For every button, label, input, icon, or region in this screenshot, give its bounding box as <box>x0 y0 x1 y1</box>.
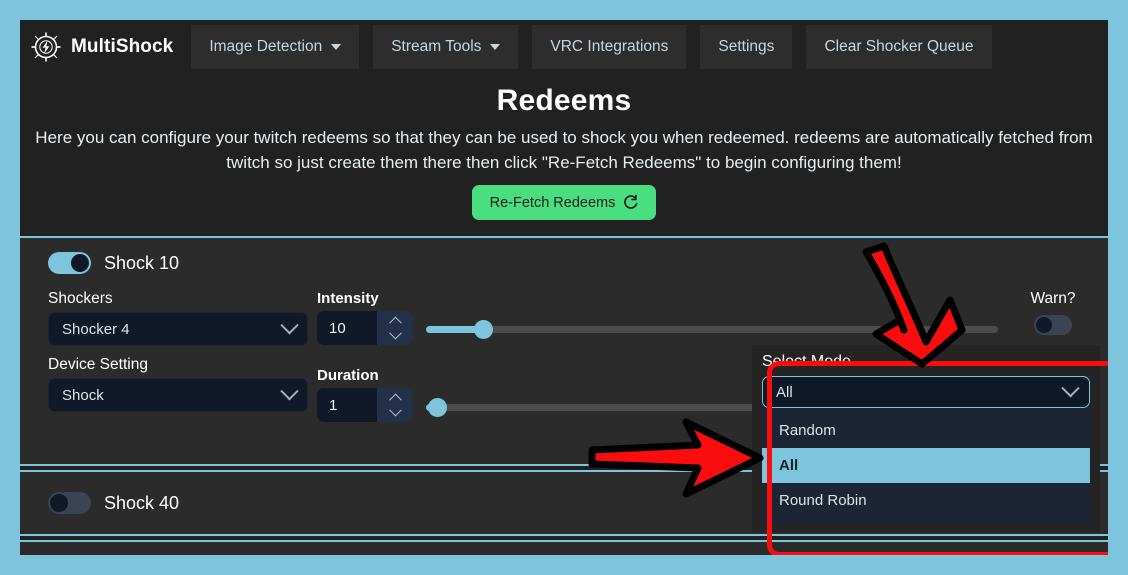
redeem-enable-toggle[interactable] <box>48 252 91 275</box>
chevron-down-icon[interactable] <box>388 404 402 417</box>
toggle-knob <box>71 254 89 273</box>
page-title: Redeems <box>496 84 632 117</box>
redeem-enable-toggle[interactable] <box>48 492 91 515</box>
nav-item-label: Image Detection <box>209 38 323 55</box>
select-mode-option-list: Random All Round Robin <box>762 408 1090 524</box>
nav-item-label: Settings <box>718 38 775 55</box>
navbar: MultiShock Image Detection Stream Tools … <box>20 20 1108 74</box>
duration-stepper[interactable]: 1 <box>317 388 413 423</box>
redeem-panel-shock-20[interactable]: Shock 20 <box>20 542 1108 555</box>
brand-name: MultiShock <box>71 36 174 57</box>
chevron-down-icon <box>1061 378 1080 397</box>
redeem-name: Shock 10 <box>104 252 180 273</box>
selects-column: Shockers Shocker 4 Device Setting Shock <box>48 290 308 446</box>
nav-item-stream-tools[interactable]: Stream Tools <box>373 25 519 69</box>
intensity-slider[interactable] <box>426 319 998 339</box>
refetch-redeems-button[interactable]: Re-Fetch Redeems <box>471 185 657 221</box>
intensity-value[interactable]: 10 <box>317 311 377 346</box>
shockers-label: Shockers <box>48 290 113 308</box>
nav-item-image-detection[interactable]: Image Detection <box>191 25 360 69</box>
select-mode-label: Select Mode <box>762 353 851 370</box>
select-mode-option-round-robin[interactable]: Round Robin <box>762 483 1090 518</box>
select-mode-dropdown: Select Mode All Random All Round Robin <box>752 345 1100 532</box>
intensity-spinner[interactable] <box>377 311 413 346</box>
refetch-redeems-label: Re-Fetch Redeems <box>489 194 616 211</box>
select-mode-option-all[interactable]: All <box>762 448 1090 483</box>
nav-item-vrc-integrations[interactable]: VRC Integrations <box>532 25 687 69</box>
select-mode-value: All <box>776 383 793 401</box>
duration-slider-thumb[interactable] <box>427 397 447 417</box>
refetch-button-wrapper: Re-Fetch Redeems <box>28 185 1100 221</box>
nav-item-label: VRC Integrations <box>550 38 669 55</box>
redeem-name: Shock 40 <box>104 492 180 513</box>
brand[interactable]: MultiShock <box>22 20 191 74</box>
toggle-knob <box>1036 317 1052 334</box>
redeem-header: Shock 10 <box>20 238 1108 275</box>
chevron-down-icon[interactable] <box>388 327 402 340</box>
select-mode-control[interactable]: All <box>762 376 1090 408</box>
target-lightning-icon <box>31 32 61 62</box>
toggle-knob <box>50 494 68 513</box>
page-header: Redeems Here you can configure your twit… <box>20 74 1108 237</box>
nav-item-label: Clear Shocker Queue <box>824 38 974 55</box>
nav-item-label: Stream Tools <box>391 38 482 55</box>
chevron-down-icon <box>280 381 299 401</box>
warn-toggle[interactable] <box>1034 315 1072 336</box>
duration-spinner[interactable] <box>377 388 413 423</box>
device-setting-select[interactable]: Shock <box>48 378 308 413</box>
duration-label: Duration <box>317 367 379 385</box>
page-description: Here you can configure your twitch redee… <box>35 128 1093 172</box>
numbers-column: Intensity 10 Duration 1 <box>317 290 417 446</box>
select-mode-option-random[interactable]: Random <box>762 413 1090 448</box>
chevron-down-icon <box>280 315 299 335</box>
warn-toggle-wrapper <box>998 315 1108 336</box>
duration-value[interactable]: 1 <box>317 388 377 423</box>
chevron-down-icon <box>331 44 342 50</box>
application-window: MultiShock Image Detection Stream Tools … <box>20 20 1108 555</box>
intensity-slider-thumb[interactable] <box>473 319 493 339</box>
intensity-label: Intensity <box>317 290 379 308</box>
warn-label: Warn? <box>1030 290 1076 308</box>
shockers-value: Shocker 4 <box>62 320 130 338</box>
nav-item-clear-shocker-queue[interactable]: Clear Shocker Queue <box>806 25 992 69</box>
intensity-slider-row <box>426 312 998 346</box>
nav-item-settings[interactable]: Settings <box>700 25 793 69</box>
shockers-select[interactable]: Shocker 4 <box>48 312 308 347</box>
intensity-stepper[interactable]: 10 <box>317 311 413 346</box>
device-setting-value: Shock <box>62 386 104 404</box>
refresh-icon <box>624 194 638 210</box>
chevron-down-icon <box>490 44 501 50</box>
device-setting-label: Device Setting <box>48 356 148 374</box>
